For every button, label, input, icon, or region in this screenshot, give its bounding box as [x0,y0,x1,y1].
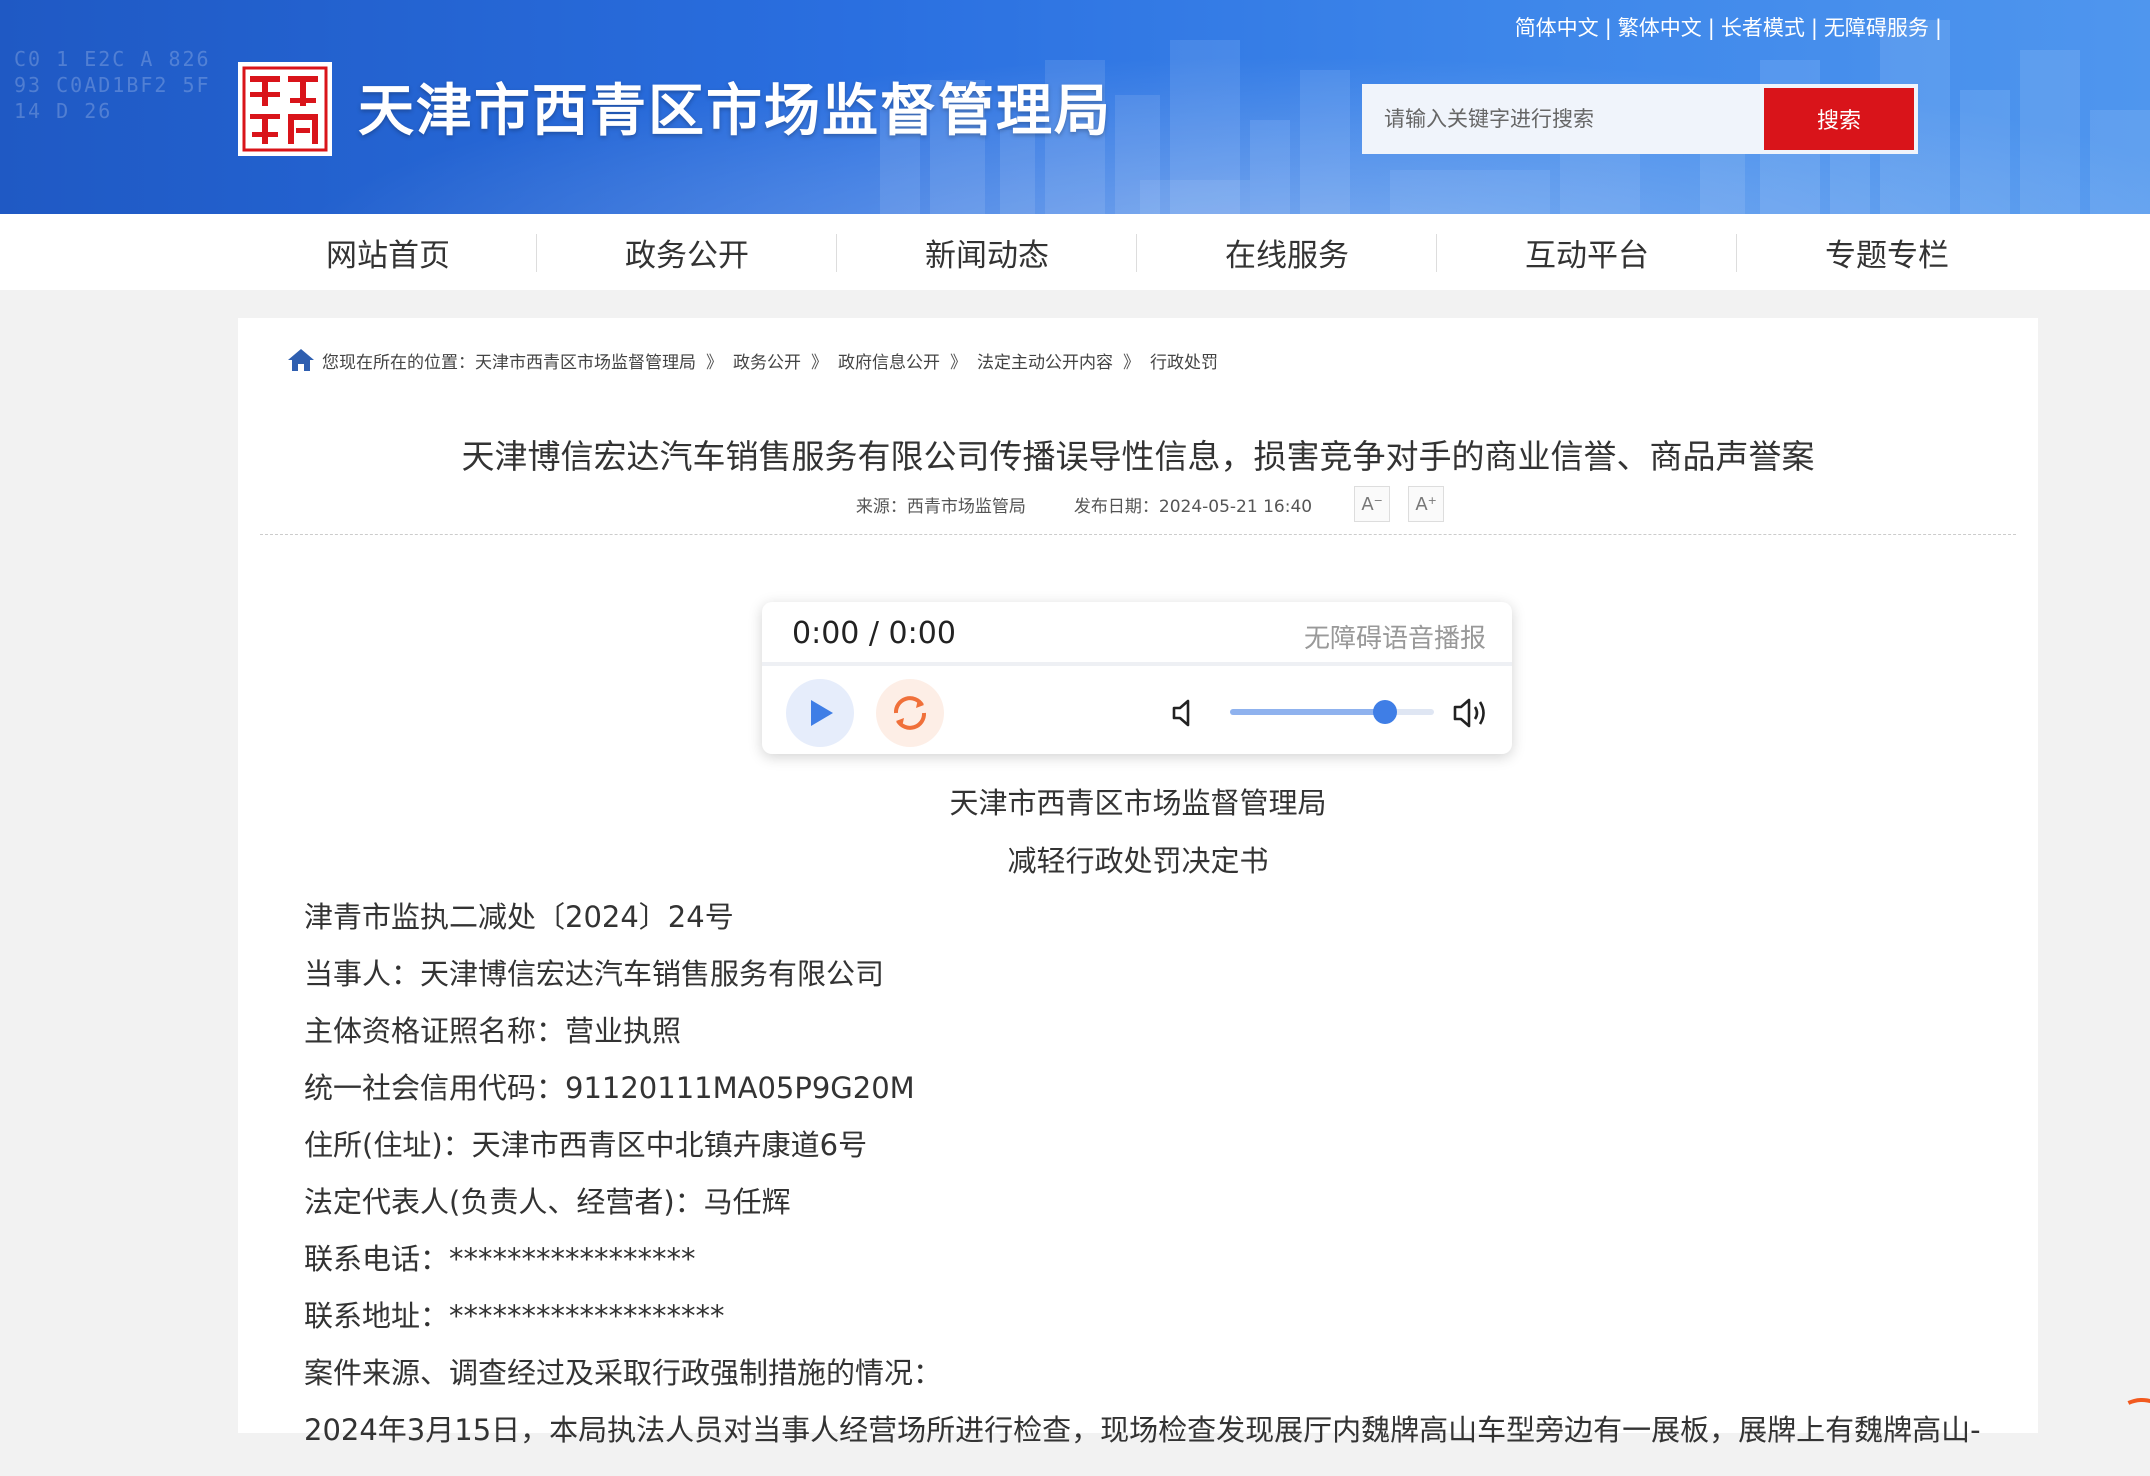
volume-low-icon[interactable] [1170,696,1198,730]
breadcrumb: 您现在所在的位置： 天津市西青区市场监督管理局 》 政务公开 》 政府信息公开 … [286,342,1218,378]
article-meta: 来源：西青市场监管局 发布日期：2024-05-21 16:40 A − A + [238,484,2038,524]
breadcrumb-prefix: 您现在所在的位置： [322,352,475,373]
nav-government-affairs[interactable]: 政务公开 [537,214,837,290]
loop-icon [894,696,926,730]
nav-interaction[interactable]: 互动平台 [1437,214,1737,290]
plus-sign-icon: + [1427,493,1437,507]
header-banner: C0 1 E2C A 82693 C0AD1BF2 5F 14 D 26 天津市… [0,0,2150,214]
top-link-separator: | [1810,16,1818,40]
title-divider [260,534,2016,535]
article-source: 来源：西青市场监管局 [855,496,1026,517]
audio-player: 0:00 / 0:00 无障碍语音播报 [762,602,1512,754]
breadcrumb-item-gov-affairs[interactable]: 政务公开 [733,348,801,373]
link-traditional-chinese[interactable]: 繁体中文 [1618,16,1702,40]
breadcrumb-separator: 》 [950,352,967,373]
loop-button[interactable] [876,679,944,747]
volume-slider[interactable] [1230,700,1434,724]
volume-fill [1230,709,1386,715]
nav-online-service[interactable]: 在线服务 [1137,214,1437,290]
link-accessibility[interactable]: 无障碍服务 [1824,16,1929,40]
document-org: 天津市西青区市场监督管理局 [949,786,1327,820]
player-time: 0:00 / 0:00 [792,616,956,651]
search-box: 搜索 [1362,84,1918,154]
top-link-separator: | [1707,16,1715,40]
content-card: 您现在所在的位置： 天津市西青区市场监督管理局 》 政务公开 》 政府信息公开 … [238,318,2038,1447]
document-line: 当事人：天津博信宏达汽车销售服务有限公司 [304,957,885,991]
document-line: 住所(住址)：天津市西青区中北镇卉康道6号 [304,1128,868,1162]
font-decrease-label: A [1361,493,1374,515]
player-tts-label: 无障碍语音播报 [1303,624,1486,654]
player-divider [762,662,1512,666]
play-icon [811,700,833,726]
search-input[interactable] [1362,84,1762,154]
article-title: 天津博信宏达汽车销售服务有限公司传播误导性信息，损害竞争对手的商业信誉、商品声誉… [461,437,1815,476]
nav-news[interactable]: 新闻动态 [837,214,1137,290]
nav-home[interactable]: 网站首页 [238,214,538,290]
document-line: 2024年3月15日，本局执法人员对当事人经营场所进行检查，现场检查发现展厅内魏… [304,1413,1981,1447]
font-increase-button[interactable]: A + [1408,486,1445,522]
link-elder-mode[interactable]: 长者模式 [1721,16,1805,40]
breadcrumb-separator: 》 [811,352,828,373]
font-increase-label: A [1415,493,1428,515]
floating-widget-tab[interactable] [2098,1388,2150,1476]
volume-knob[interactable] [1373,700,1398,724]
document-line: 统一社会信用代码：91120111MA05P9G20M [304,1071,915,1105]
font-decrease-button[interactable]: A − [1354,486,1391,522]
site-logo[interactable] [238,62,332,156]
banner-hex-decoration: C0 1 E2C A 82693 C0AD1BF2 5F 14 D 26 [14,47,211,123]
breadcrumb-item-home[interactable]: 天津市西青区市场监督管理局 [475,348,696,373]
minus-sign-icon: − [1373,493,1383,507]
breadcrumb-item-penalty[interactable]: 行政处罚 [1150,348,1218,373]
volume-high-icon[interactable] [1452,694,1492,732]
main-nav: 网站首页 政务公开 新闻动态 在线服务 互动平台 专题专栏 [0,214,2150,290]
search-button[interactable]: 搜索 [1764,88,1914,150]
link-simplified-chinese[interactable]: 简体中文 [1515,16,1599,40]
top-link-separator: | [1934,16,1942,40]
document-line: 案件来源、调查经过及采取行政强制措施的情况： [304,1356,943,1390]
document-type: 减轻行政处罚决定书 [1007,844,1269,878]
top-link-separator: | [1604,16,1612,40]
document-line: 法定代表人(负责人、经营者)：马任辉 [304,1185,791,1219]
article-date: 发布日期：2024-05-21 16:40 [1073,496,1313,517]
home-icon [288,349,314,371]
document-line: 津青市监执二减处〔2024〕24号 [304,900,734,934]
document-line: 联系地址：******************* [304,1299,725,1333]
document-line: 主体资格证照名称：营业执照 [304,1014,682,1048]
logo-seal-icon [240,64,330,154]
play-button[interactable] [786,679,854,747]
document-line: 联系电话：***************** [304,1242,696,1276]
breadcrumb-item-gov-info[interactable]: 政府信息公开 [838,348,940,373]
site-title[interactable]: 天津市西青区市场监督管理局 [358,66,1112,147]
breadcrumb-item-statutory[interactable]: 法定主动公开内容 [977,348,1113,373]
breadcrumb-separator: 》 [706,352,723,373]
nav-special-topics[interactable]: 专题专栏 [1737,214,2037,290]
top-links: 简体中文 | 繁体中文 | 长者模式 | 无障碍服务 | [1515,12,1948,42]
breadcrumb-separator: 》 [1123,352,1140,373]
